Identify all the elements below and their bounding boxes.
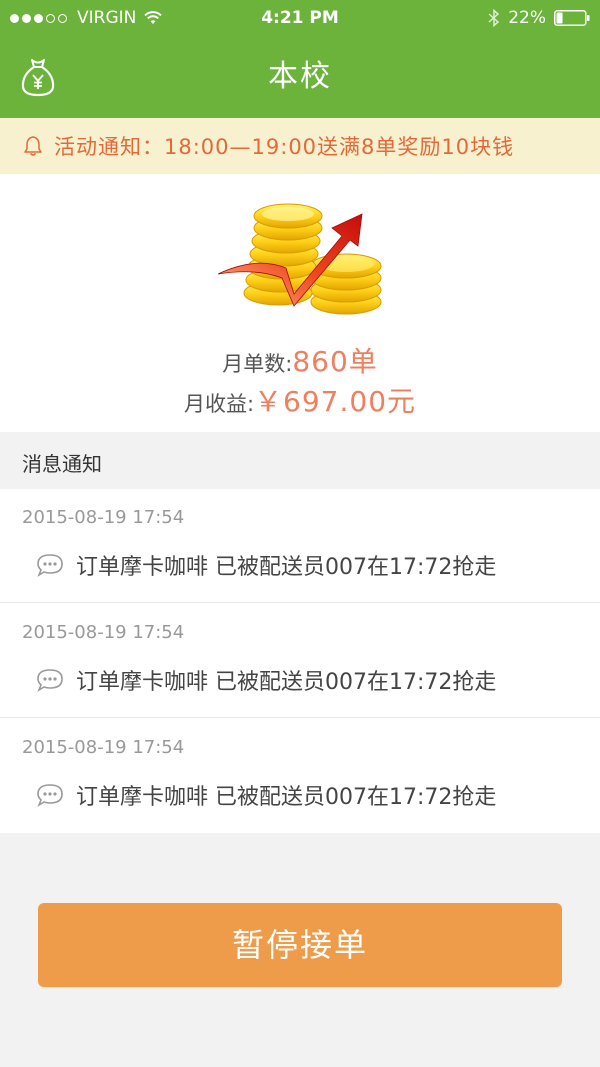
message-text: 订单摩卡咖啡 已被配送员007在17:72抢走 (76, 785, 497, 810)
coins-growth-icon (217, 203, 382, 315)
status-bar: VIRGIN 4:21 PM 22% (0, 0, 600, 36)
monthly-income: 月收益:￥697.00元 (0, 380, 600, 420)
monthly-orders-value: 860单 (292, 345, 378, 378)
monthly-stats-card: 月单数:860单 月收益:￥697.00元 (0, 174, 600, 432)
nav-bar: 本校 (0, 36, 600, 118)
messages-list: 2015-08-19 17:54 订单摩卡咖啡 已被配送员007在17:72抢走… (0, 489, 600, 833)
chat-bubble-icon (37, 554, 63, 577)
monthly-income-label: 月收益: (183, 392, 255, 416)
monthly-income-value: ￥697.00元 (254, 385, 417, 418)
message-time: 2015-08-19 17:54 (22, 622, 185, 643)
chat-bubble-icon (37, 784, 63, 807)
message-body: 订单摩卡咖啡 已被配送员007在17:72抢走 (36, 549, 496, 581)
message-text: 订单摩卡咖啡 已被配送员007在17:72抢走 (76, 670, 497, 695)
message-time: 2015-08-19 17:54 (22, 507, 185, 528)
message-item[interactable]: 2015-08-19 17:54 订单摩卡咖啡 已被配送员007在17:72抢走 (0, 719, 600, 833)
top-bar: VIRGIN 4:21 PM 22% 本校 (0, 0, 600, 118)
chat-bubble-icon (37, 669, 63, 692)
notice-text: 活动通知：18:00—19:00送满8单奖励10块钱 (54, 135, 515, 159)
activity-notice-banner[interactable]: 活动通知：18:00—19:00送满8单奖励10块钱 (0, 118, 600, 174)
monthly-orders: 月单数:860单 (0, 340, 600, 380)
message-time: 2015-08-19 17:54 (22, 737, 185, 758)
status-right: 22% (488, 0, 590, 36)
message-item[interactable]: 2015-08-19 17:54 订单摩卡咖啡 已被配送员007在17:72抢走 (0, 489, 600, 603)
message-body: 订单摩卡咖啡 已被配送员007在17:72抢走 (36, 779, 496, 811)
message-body: 订单摩卡咖啡 已被配送员007在17:72抢走 (36, 664, 496, 696)
app-screen: VIRGIN 4:21 PM 22% 本校 活动通知：18:00—19:00送满… (0, 0, 600, 1067)
bluetooth-icon (488, 9, 500, 27)
messages-section-header: 消息通知 (0, 432, 600, 488)
battery-icon (554, 10, 590, 26)
message-text: 订单摩卡咖啡 已被配送员007在17:72抢走 (76, 555, 497, 580)
pause-orders-button[interactable]: 暂停接单 (38, 903, 562, 987)
page-title: 本校 (268, 59, 332, 94)
bell-icon (24, 136, 42, 156)
monthly-orders-label: 月单数: (222, 352, 293, 376)
message-item[interactable]: 2015-08-19 17:54 订单摩卡咖啡 已被配送员007在17:72抢走 (0, 604, 600, 718)
battery-percent: 22% (508, 8, 546, 28)
